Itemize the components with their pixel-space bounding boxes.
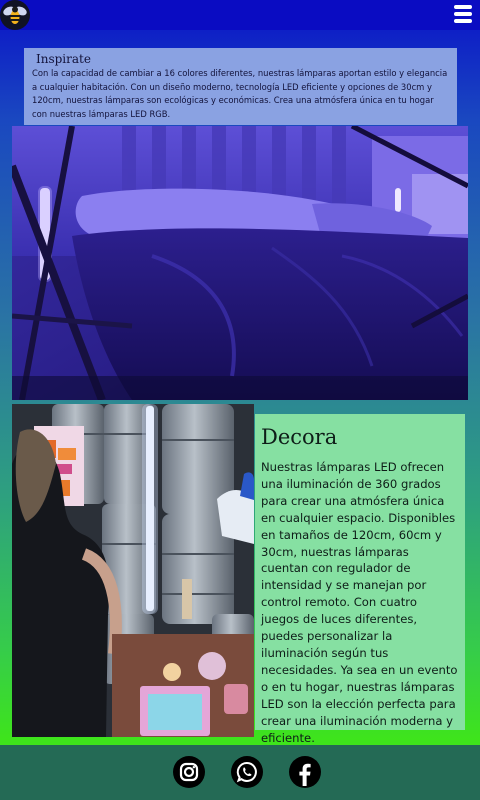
workshop-led-photo	[12, 404, 254, 737]
inspire-text: Con la capacidad de cambiar a 16 colores…	[32, 68, 448, 119]
inspire-title: Inspirate	[36, 52, 91, 66]
instagram-icon[interactable]	[173, 756, 205, 788]
hamburger-menu-icon[interactable]	[454, 5, 472, 25]
whatsapp-icon[interactable]	[231, 756, 263, 788]
decora-title: Decora	[261, 425, 338, 449]
inspire-card: Inspirate Con la capacidad de cambiar a …	[24, 48, 457, 125]
decora-text: Nuestras lámparas LED ofrecen una ilumin…	[261, 460, 458, 745]
footer	[0, 745, 480, 800]
top-bar	[0, 0, 480, 30]
decora-card: Decora Nuestras lámparas LED ofrecen una…	[255, 414, 465, 745]
bee-icon[interactable]	[0, 0, 30, 30]
facebook-icon[interactable]	[289, 756, 321, 788]
bedroom-led-photo	[12, 126, 468, 400]
